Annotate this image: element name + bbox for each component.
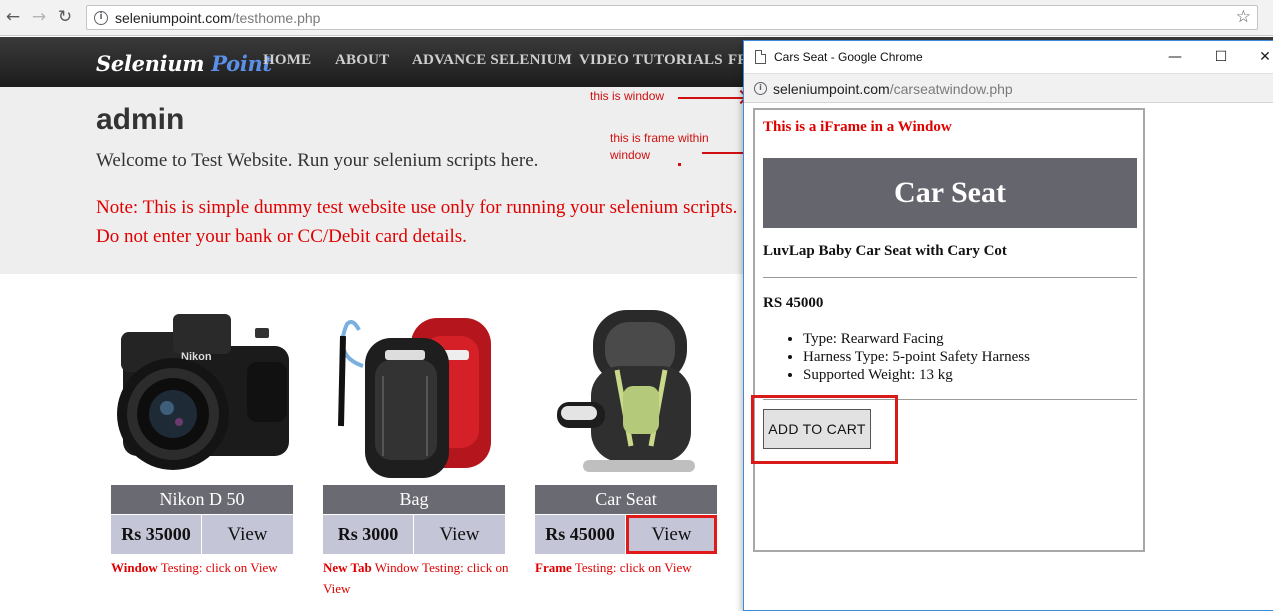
embedded-iframe: This is a iFrame in a Window Car Seat Lu… <box>753 108 1145 552</box>
annotation-frame-label: this is frame within window <box>610 130 709 164</box>
feature-item: Type: Rearward Facing <box>803 330 1030 348</box>
welcome-text: Welcome to Test Website. Run your seleni… <box>96 150 539 171</box>
url-path: /testhome.php <box>231 10 321 26</box>
popup-window: Cars Seat - Google Chrome — ☐ ✕ i seleni… <box>743 40 1273 611</box>
minimize-icon[interactable]: — <box>1160 46 1190 68</box>
address-bar[interactable]: i seleniumpoint.com/testhome.php ☆ <box>86 5 1258 30</box>
caption-rest: Testing: click on View <box>157 560 278 575</box>
annotation-frame-line2: window <box>610 148 651 162</box>
feature-list: Type: Rearward Facing Harness Type: 5-po… <box>803 330 1030 384</box>
page-icon <box>755 50 766 64</box>
product-caption: New Tab Window Testing: click on View <box>323 557 513 599</box>
menu-about[interactable]: ABOUT <box>335 52 389 69</box>
iframe-product-name: LuvLap Baby Car Seat with Cary Cot <box>763 243 1007 259</box>
popup-url-text[interactable]: seleniumpoint.com/carseatwindow.php <box>773 81 1013 97</box>
menu-home[interactable]: HOME <box>263 52 311 69</box>
popup-address-bar[interactable]: i seleniumpoint.com/carseatwindow.php <box>744 73 1273 103</box>
feature-item: Supported Weight: 13 kg <box>803 366 1030 384</box>
view-button[interactable]: View <box>202 515 293 554</box>
forward-icon[interactable]: → <box>28 6 50 28</box>
camera-image: Nikon <box>117 314 289 470</box>
product-price: Rs 45000 <box>535 515 625 554</box>
view-button[interactable]: View <box>414 515 505 554</box>
caption-bold: New Tab <box>323 560 372 575</box>
url-host: seleniumpoint.com <box>115 10 232 26</box>
annotation-window-label: this is window <box>590 89 665 103</box>
iframe-price: RS 45000 <box>763 295 824 311</box>
annotation-frame-line1: this is frame within <box>610 131 709 145</box>
note-text: Note: This is simple dummy test website … <box>96 197 738 247</box>
logo-main: Selenium <box>96 51 205 76</box>
maximize-icon[interactable]: ☐ <box>1206 46 1236 68</box>
menu-video-tutorials[interactable]: VIDEO TUTORIALS <box>579 52 723 69</box>
caption-bold: Window <box>111 560 158 575</box>
popup-titlebar[interactable]: Cars Seat - Google Chrome — ☐ ✕ <box>744 41 1273 73</box>
info-icon[interactable]: i <box>754 82 767 95</box>
annotation-window-arrow <box>678 97 744 99</box>
popup-url-path: /carseatwindow.php <box>889 81 1013 97</box>
product-price: Rs 3000 <box>323 515 413 554</box>
caption-rest: Testing: click on View <box>571 560 692 575</box>
highlight-box <box>751 395 898 464</box>
menu-advance-selenium[interactable]: ADVANCE SELENIUM <box>412 52 572 69</box>
product-name: Nikon D 50 <box>111 485 293 514</box>
reload-icon[interactable]: ↻ <box>54 6 76 28</box>
bookmark-star-icon[interactable]: ☆ <box>1236 7 1251 27</box>
page-title: admin <box>96 103 185 136</box>
car-seat-image <box>557 310 695 472</box>
divider <box>763 277 1137 278</box>
site-logo[interactable]: Selenium Point <box>96 51 272 76</box>
info-icon[interactable]: i <box>94 11 108 25</box>
browser-toolbar: ← → ↻ i seleniumpoint.com/testhome.php ☆ <box>0 0 1273 36</box>
annotation-dot <box>678 163 681 166</box>
iframe-heading: This is a iFrame in a Window <box>763 119 952 135</box>
view-button-highlighted[interactable]: View <box>626 515 717 554</box>
caption-bold: Frame <box>535 560 572 575</box>
product-price: Rs 35000 <box>111 515 201 554</box>
url-text[interactable]: seleniumpoint.com/testhome.php <box>115 10 320 26</box>
product-caption: Window Testing: click on View <box>111 557 301 578</box>
iframe-banner: Car Seat <box>763 158 1137 228</box>
product-name: Car Seat <box>535 485 717 514</box>
back-icon[interactable]: ← <box>2 6 24 28</box>
popup-url-host: seleniumpoint.com <box>773 81 890 97</box>
product-caption: Frame Testing: click on View <box>535 557 725 578</box>
backpack-image <box>338 318 491 478</box>
feature-item: Harness Type: 5-point Safety Harness <box>803 348 1030 366</box>
popup-title: Cars Seat - Google Chrome <box>774 50 923 64</box>
product-name: Bag <box>323 485 505 514</box>
close-icon[interactable]: ✕ <box>1250 46 1273 68</box>
